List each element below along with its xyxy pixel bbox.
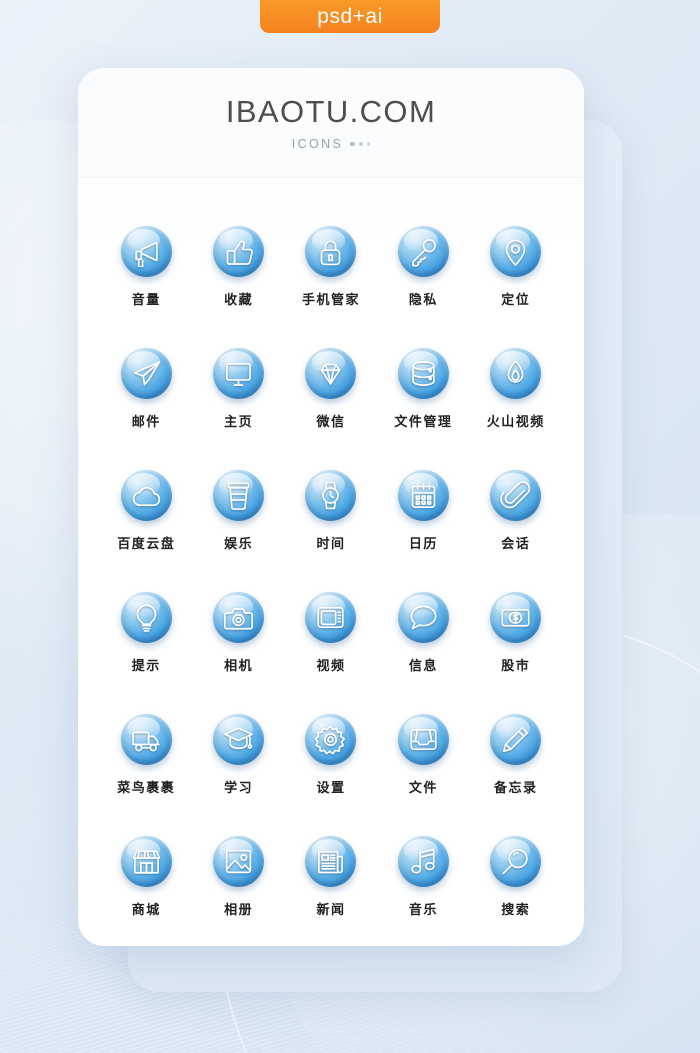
icon-label: 微信 (316, 415, 346, 430)
icon-cell[interactable]: 菜鸟裹裹 (100, 714, 192, 796)
thumbs-up-icon[interactable] (213, 226, 265, 277)
icon-cell[interactable]: 手机管家 (285, 226, 377, 308)
icon-label: 日历 (408, 537, 438, 552)
icon-label: 新闻 (316, 903, 346, 918)
icon-cell[interactable]: 会话 (470, 470, 562, 552)
icon-label: 相册 (224, 903, 254, 918)
format-badge: psd+ai (260, 0, 440, 33)
icon-label: 音乐 (408, 903, 438, 918)
gear-icon[interactable] (305, 714, 357, 765)
camera-icon[interactable] (213, 592, 265, 643)
icon-label: 搜索 (501, 903, 531, 918)
page-subtitle: ICONS (291, 137, 344, 151)
icon-label: 备忘录 (494, 781, 538, 796)
truck-icon[interactable] (120, 714, 172, 765)
icon-label: 提示 (131, 659, 161, 674)
icon-set-card: IBAOTU.COM ICONS 音量 收藏 手机管家 隐私 定位邮件 主页 微信 文件管理 火… (78, 68, 584, 946)
icon-cell[interactable]: 相册 (192, 836, 284, 918)
icon-cell[interactable]: 音量 (100, 226, 192, 308)
page-title: IBAOTU.COM (225, 94, 437, 129)
icon-grid: 音量 收藏 手机管家 隐私 定位邮件 主页 微信 文件管理 火山视频百度云盘 娱乐 时间 日历 会话提示… (78, 178, 584, 918)
icon-cell[interactable]: 文件 (377, 714, 469, 796)
icon-label: 手机管家 (301, 293, 360, 308)
icon-cell[interactable]: 日历 (377, 470, 469, 552)
icon-cell[interactable]: 定位 (470, 226, 562, 308)
icon-cell[interactable]: 时间 (285, 470, 377, 552)
pencil-icon[interactable] (490, 714, 542, 765)
icon-cell[interactable]: 提示 (100, 592, 192, 674)
icon-cell[interactable]: 学习 (192, 714, 284, 796)
graduation-cap-icon[interactable] (213, 714, 265, 765)
icon-label: 相机 (224, 659, 254, 674)
icon-cell[interactable]: 相机 (192, 592, 284, 674)
icon-label: 火山视频 (486, 415, 545, 430)
icon-label: 商城 (131, 903, 161, 918)
icon-cell[interactable]: 新闻 (285, 836, 377, 918)
icon-cell[interactable]: 邮件 (100, 348, 192, 430)
icon-label: 主页 (224, 415, 254, 430)
cloud-icon[interactable] (120, 470, 172, 521)
icon-label: 时间 (316, 537, 346, 552)
icon-cell[interactable]: 商城 (100, 836, 192, 918)
location-pin-icon[interactable] (490, 226, 542, 277)
diamond-icon[interactable] (305, 348, 357, 399)
icon-label: 收藏 (224, 293, 254, 308)
icon-label: 股市 (501, 659, 531, 674)
flame-icon[interactable] (490, 348, 542, 399)
icon-cell[interactable]: 主页 (192, 348, 284, 430)
icon-cell[interactable]: 设置 (285, 714, 377, 796)
icon-cell[interactable]: 视频 (285, 592, 377, 674)
lightbulb-icon[interactable] (120, 592, 172, 643)
storefront-icon[interactable] (120, 836, 172, 887)
icon-label: 文件 (408, 781, 438, 796)
icon-label: 邮件 (131, 415, 161, 430)
icon-label: 视频 (316, 659, 346, 674)
icon-cell[interactable]: 文件管理 (377, 348, 469, 430)
icon-cell[interactable]: 搜索 (470, 836, 562, 918)
icon-cell[interactable]: 百度云盘 (100, 470, 192, 552)
icon-label: 百度云盘 (117, 537, 176, 552)
icon-cell[interactable]: 股市 (470, 592, 562, 674)
key-icon[interactable] (397, 226, 449, 277)
subtitle-row: ICONS (292, 137, 371, 151)
music-note-icon[interactable] (397, 836, 449, 887)
icon-label: 设置 (316, 781, 346, 796)
icon-label: 音量 (131, 293, 161, 308)
icon-label: 菜鸟裹裹 (117, 781, 176, 796)
newspaper-icon[interactable] (305, 836, 357, 887)
photo-album-icon[interactable] (213, 836, 265, 887)
speech-bubble-icon[interactable] (397, 592, 449, 643)
icon-cell[interactable]: 微信 (285, 348, 377, 430)
icon-label: 会话 (501, 537, 531, 552)
lock-icon[interactable] (305, 226, 357, 277)
banknote-icon[interactable] (490, 592, 542, 643)
calendar-icon[interactable] (397, 470, 449, 521)
coffee-cup-icon[interactable] (213, 470, 265, 521)
icon-label: 文件管理 (394, 415, 453, 430)
monitor-icon[interactable] (213, 348, 265, 399)
paper-plane-icon[interactable] (120, 348, 172, 399)
icon-cell[interactable]: 火山视频 (470, 348, 562, 430)
icon-label: 定位 (501, 293, 531, 308)
icon-label: 隐私 (408, 293, 438, 308)
television-icon[interactable] (305, 592, 357, 643)
icon-cell[interactable]: 音乐 (377, 836, 469, 918)
icon-cell[interactable]: 隐私 (377, 226, 469, 308)
icon-cell[interactable]: 备忘录 (470, 714, 562, 796)
inbox-tray-icon[interactable] (397, 714, 449, 765)
icon-label: 信息 (408, 659, 438, 674)
icon-cell[interactable]: 收藏 (192, 226, 284, 308)
icon-cell[interactable]: 信息 (377, 592, 469, 674)
paperclip-icon[interactable] (490, 470, 542, 521)
ellipsis-dots-icon (350, 141, 371, 147)
icon-label: 娱乐 (224, 537, 254, 552)
icon-cell[interactable]: 娱乐 (192, 470, 284, 552)
watch-icon[interactable] (305, 470, 357, 521)
database-icon[interactable] (397, 348, 449, 399)
megaphone-icon[interactable] (120, 226, 172, 277)
magnifier-icon[interactable] (490, 836, 542, 887)
card-header: IBAOTU.COM ICONS (78, 68, 584, 178)
icon-label: 学习 (224, 781, 254, 796)
